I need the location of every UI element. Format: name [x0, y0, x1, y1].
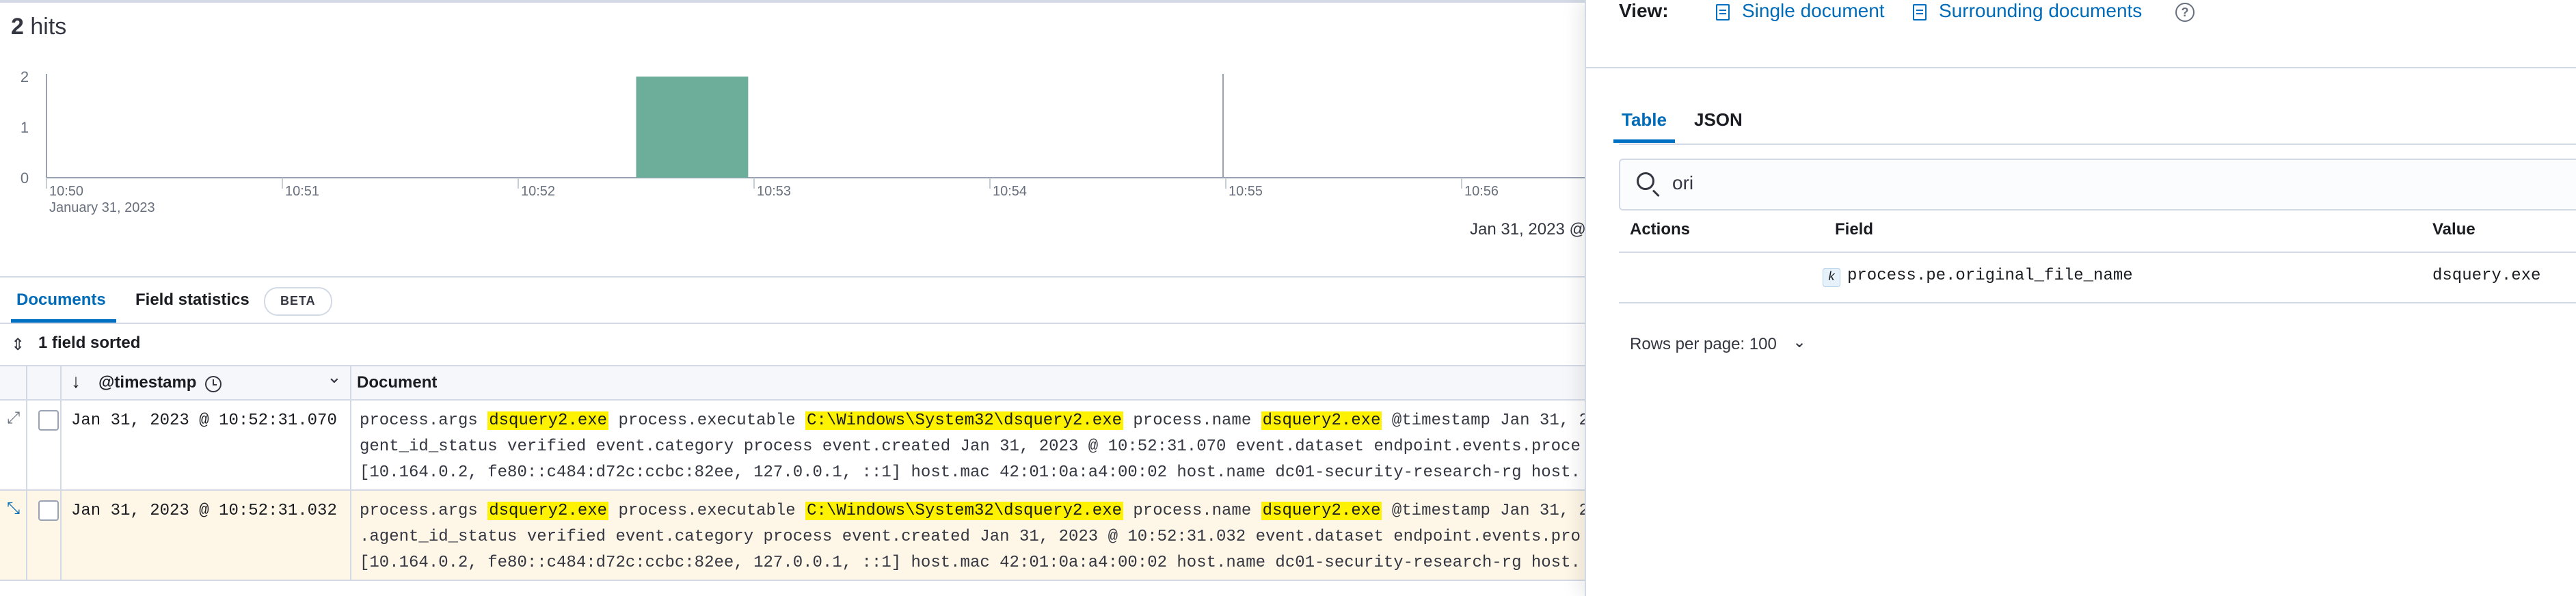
field-key: process.executable [618, 502, 796, 520]
clock-icon [205, 376, 222, 392]
field-key: process.args [360, 502, 478, 520]
field-value: dsquery.exe [2432, 267, 2541, 285]
grid-header-row: ↓ @timestamp ⌄ Document [0, 366, 1585, 401]
row-timestamp: Jan 31, 2023 @ 10:52:31.032 [71, 502, 337, 520]
sort-descending-icon[interactable]: ↓ [71, 370, 81, 392]
documents-tabs: Documents Field statistics BETA [0, 276, 1585, 324]
x-tick-label: 10:54 [993, 184, 1027, 199]
column-divider [26, 366, 27, 399]
document-icon [1716, 4, 1730, 21]
sort-toolbar: ⇕ 1 field sorted [0, 323, 1585, 366]
y-tick-label: 1 [21, 119, 29, 136]
column-header-document[interactable]: Document [357, 366, 437, 399]
hits-count: 2 hits [11, 14, 66, 40]
table-row[interactable]: ⤢ Jan 31, 2023 @ 10:52:31.070 process.ar… [0, 401, 1585, 491]
collapse-icon[interactable]: ⤡ [7, 499, 20, 518]
x-tick-label: 10:50 [49, 184, 83, 199]
view-label: View: [1619, 0, 1669, 21]
fields-sorted-button[interactable]: 1 field sorted [38, 334, 140, 353]
document-line-2: gent_id_status verified event.category p… [360, 437, 1581, 456]
chevron-down-icon[interactable]: ⌄ [327, 366, 342, 388]
field-key: process.name [1133, 411, 1252, 430]
document-line-1: process.args dsquery2.exe process.execut… [360, 411, 1585, 430]
x-date-label: January 31, 2023 [49, 200, 155, 215]
histogram-chart[interactable]: 2 1 0 10:50 10:51 10:52 10:53 10:54 10:55 10:56 Ja… [0, 55, 1585, 219]
column-header-actions: Actions [1630, 220, 1691, 239]
surrounding-documents-link[interactable]: Surrounding documents [1939, 0, 2142, 22]
document-flyout: View: Single document Surrounding docume… [1585, 0, 2576, 596]
document-line-3: [10.164.0.2, fe80::c484:d72c:ccbc:82ee, … [360, 463, 1581, 482]
highlighted-value: dsquery2.exe [1261, 502, 1382, 520]
column-divider [26, 491, 27, 580]
beta-badge: BETA [264, 287, 332, 316]
field-key: process.executable [618, 411, 796, 430]
document-line-3: [10.164.0.2, fe80::c484:d72c:ccbc:82ee, … [360, 554, 1581, 572]
histogram-bar [636, 77, 749, 178]
y-tick-label: 2 [21, 68, 29, 85]
rows-per-page-button[interactable]: Rows per page: 100 [1630, 335, 1777, 354]
sort-arrows-icon[interactable]: ⇕ [11, 335, 25, 355]
x-tick-label: 10:51 [285, 184, 319, 199]
tab-table[interactable]: Table [1622, 109, 1667, 131]
x-tick-label: 10:52 [521, 184, 555, 199]
column-header-field: Field [1835, 220, 1874, 239]
column-header-value: Value [2432, 220, 2476, 239]
document-line-2: .agent_id_status verified event.category… [360, 528, 1581, 546]
x-tick-label: 10:53 [757, 184, 791, 199]
field-key: process.args [360, 411, 478, 430]
highlighted-value: dsquery2.exe [487, 411, 609, 430]
column-divider [60, 401, 62, 489]
field-key: @timestamp Jan 31, 2 [1391, 411, 1585, 430]
field-row[interactable]: k process.pe.original_file_name dsquery.… [1619, 253, 2576, 303]
chart-end-time-label: Jan 31, 2023 @ [1470, 220, 1585, 239]
tab-documents[interactable]: Documents [16, 277, 106, 323]
single-document-link[interactable]: Single document [1742, 0, 1885, 22]
field-key: @timestamp Jan 31, 2 [1391, 502, 1585, 520]
column-divider [60, 491, 62, 580]
x-tick-label: 10:55 [1229, 184, 1263, 199]
tab-field-statistics[interactable]: Field statistics [135, 277, 250, 323]
row-checkbox[interactable] [38, 410, 59, 431]
search-icon [1637, 172, 1654, 190]
fields-table-header: Actions Field Value [1619, 209, 2576, 253]
document-icon [1913, 4, 1927, 21]
hits-number: 2 [11, 14, 24, 40]
flyout-divider [1586, 67, 2576, 68]
column-divider [350, 366, 351, 399]
highlighted-value: dsquery2.exe [1261, 411, 1382, 430]
column-divider [350, 401, 351, 489]
discover-main: 2 hits 2 1 0 10:50 10:51 10:52 10:53 10:54 10:55… [0, 0, 1585, 596]
column-divider [26, 401, 27, 489]
y-tick-label: 0 [21, 170, 29, 187]
expand-icon[interactable]: ⤢ [7, 409, 20, 428]
field-search-input[interactable] [1672, 168, 2561, 198]
hits-label: hits [30, 14, 67, 40]
row-timestamp: Jan 31, 2023 @ 10:52:31.070 [71, 411, 337, 430]
keyword-type-icon: k [1823, 268, 1840, 287]
x-tick-label: 10:56 [1464, 184, 1499, 199]
column-divider [350, 491, 351, 580]
top-divider [0, 0, 1585, 3]
column-header-timestamp[interactable]: @timestamp [98, 366, 196, 399]
column-divider [60, 366, 62, 399]
table-row-selected[interactable]: ⤡ Jan 31, 2023 @ 10:52:31.032 process.ar… [0, 491, 1585, 581]
highlighted-value: dsquery2.exe [487, 502, 609, 520]
document-line-1: process.args dsquery2.exe process.execut… [360, 502, 1585, 520]
field-search-box[interactable] [1619, 159, 2576, 211]
highlighted-value: C:\Windows\System32\dsquery2.exe [805, 502, 1123, 520]
histogram-svg[interactable]: 2 1 0 10:50 10:51 10:52 10:53 10:54 10:55 10:56 Ja… [0, 55, 1585, 219]
field-key: process.name [1133, 502, 1252, 520]
chevron-down-icon[interactable]: ⌄ [1793, 332, 1806, 352]
field-name: process.pe.original_file_name [1847, 267, 2133, 285]
row-checkbox[interactable] [38, 500, 59, 521]
flyout-tabs-divider [1619, 144, 2576, 145]
question-icon[interactable]: ? [2175, 3, 2195, 22]
tab-json[interactable]: JSON [1694, 109, 1743, 131]
highlighted-value: C:\Windows\System32\dsquery2.exe [805, 411, 1123, 430]
tab-table-selected-indicator [1613, 139, 1675, 143]
